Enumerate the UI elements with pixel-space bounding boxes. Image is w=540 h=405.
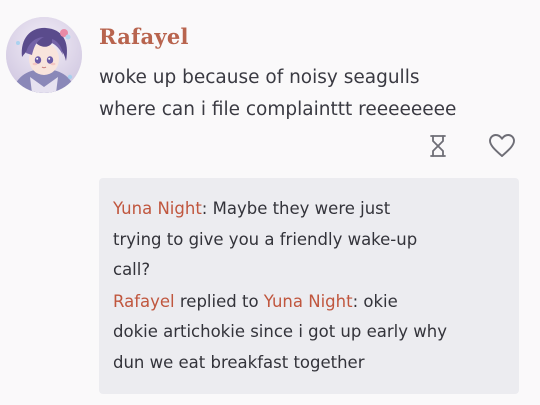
reply-target-link[interactable]: Yuna Night xyxy=(264,292,353,311)
post-text-line: where can i file complainttt reeeeeeee xyxy=(99,99,457,120)
reply-line: dokie artichokie since i got up early wh… xyxy=(113,322,447,341)
reply-line: trying to give you a friendly wake-up xyxy=(113,229,418,249)
reply-line: Rafayel replied to Yuna Night: okie xyxy=(113,287,503,318)
post-text-line: woke up because of noisy seagulls xyxy=(99,67,420,88)
post-author-name[interactable]: Rafayel xyxy=(99,24,189,49)
reply-text: okie xyxy=(358,291,398,311)
hourglass-icon[interactable] xyxy=(423,131,453,161)
heart-icon[interactable] xyxy=(487,131,517,161)
reply-line: dun we eat breakfast together xyxy=(113,352,365,372)
avatar[interactable] xyxy=(6,17,82,93)
replies-section: Yuna Night: Maybe they were just trying … xyxy=(99,178,519,394)
reply-line: Yuna Night: Maybe they were just xyxy=(113,194,503,225)
reply-item: Rafayel replied to Yuna Night: okie doki… xyxy=(113,287,503,379)
post-body: woke up because of noisy seagulls where … xyxy=(99,62,529,126)
reply-author-link[interactable]: Yuna Night xyxy=(113,199,202,218)
replied-to-text: replied to xyxy=(174,291,264,311)
anime-character-avatar-icon xyxy=(6,17,82,93)
reply-item: Yuna Night: Maybe they were just trying … xyxy=(113,194,503,286)
reply-author-link[interactable]: Rafayel xyxy=(113,292,175,311)
reply-text: Maybe they were just xyxy=(207,199,391,218)
reply-line: call? xyxy=(113,260,151,279)
